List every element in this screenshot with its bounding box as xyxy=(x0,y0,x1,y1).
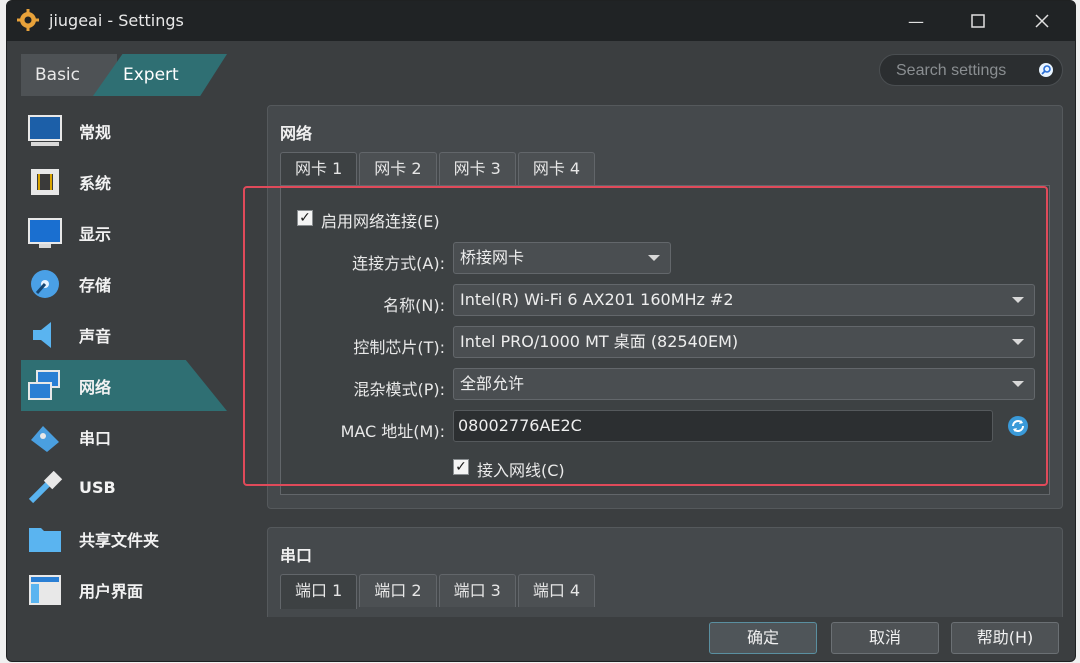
attached-to-select[interactable]: 桥接网卡 xyxy=(453,242,671,274)
cancel-button[interactable]: 取消 xyxy=(831,622,939,654)
sidebar-item-label: 网络 xyxy=(79,377,112,397)
adapter-tabs: 网卡 1 网卡 2 网卡 3 网卡 4 xyxy=(280,152,597,187)
name-select[interactable]: Intel(R) Wi-Fi 6 AX201 160MHz #2 xyxy=(453,284,1035,316)
serial-port-icon xyxy=(31,425,59,452)
tab-adapter-1[interactable]: 网卡 1 xyxy=(280,152,358,187)
name-value: Intel(R) Wi-Fi 6 AX201 160MHz #2 xyxy=(460,290,734,309)
adapter-type-label: 控制芯片(T): xyxy=(353,338,445,357)
settings-window: jiugeai - Settings — Basic Expert 常规 系统 xyxy=(6,0,1076,662)
sidebar-item-label: 存储 xyxy=(79,275,112,295)
mac-address-value: 08002776AE2C xyxy=(458,416,582,435)
cable-connected-checkbox[interactable]: ✓ xyxy=(453,459,469,475)
network-panel: 网络 网卡 1 网卡 2 网卡 3 网卡 4 ✓ 启用网络连接(E) 连接方式(… xyxy=(267,105,1063,509)
tab-adapter-4[interactable]: 网卡 4 xyxy=(517,152,596,185)
system-chip-icon xyxy=(31,168,59,195)
shared-folder-icon xyxy=(29,527,61,552)
enable-network-checkbox[interactable]: ✓ xyxy=(297,210,313,226)
chevron-down-icon xyxy=(1012,339,1024,345)
display-monitor-icon xyxy=(28,217,62,248)
tab-port-1[interactable]: 端口 1 xyxy=(280,574,358,609)
promiscuous-mode-select[interactable]: 全部允许 xyxy=(453,368,1035,400)
sidebar-item-label: 共享文件夹 xyxy=(79,530,160,550)
name-label: 名称(N): xyxy=(383,296,445,315)
serial-panel: 串口 端口 1 端口 2 端口 3 端口 4 xyxy=(267,527,1063,617)
sidebar-item-network[interactable]: 网络 xyxy=(21,360,231,411)
promiscuous-mode-value: 全部允许 xyxy=(460,374,525,393)
sidebar-item-label: 用户界面 xyxy=(79,581,144,601)
chevron-down-icon xyxy=(1012,297,1024,303)
minimize-icon: — xyxy=(908,11,924,31)
usb-icon xyxy=(28,470,63,503)
adapter-type-value: Intel PRO/1000 MT 桌面 (82540EM) xyxy=(460,332,739,351)
adapter-settings: ✓ 启用网络连接(E) 连接方式(A): 桥接网卡 名称(N): Intel(R… xyxy=(280,185,1050,495)
audio-speaker-icon xyxy=(33,321,51,348)
sidebar-item-label: USB xyxy=(79,478,116,497)
user-interface-icon xyxy=(29,574,61,605)
cable-connected-label: 接入网线(C) xyxy=(477,461,565,480)
storage-disk-icon xyxy=(31,269,59,298)
sidebar-item-system[interactable]: 系统 xyxy=(21,156,231,207)
sidebar-item-label: 串口 xyxy=(79,428,112,448)
panel-title: 网络 xyxy=(280,124,313,143)
attached-to-value: 桥接网卡 xyxy=(460,248,525,267)
sidebar-item-label: 常规 xyxy=(79,122,112,142)
chevron-down-icon xyxy=(1012,381,1024,387)
refresh-mac-icon[interactable] xyxy=(1007,415,1029,437)
sidebar-item-display[interactable]: 显示 xyxy=(21,207,231,258)
attached-to-label: 连接方式(A): xyxy=(352,254,445,273)
window-title: jiugeai - Settings xyxy=(49,11,184,30)
sidebar-item-serial[interactable]: 串口 xyxy=(21,411,231,462)
ok-button[interactable]: 确定 xyxy=(709,622,817,654)
mac-address-field[interactable]: 08002776AE2C xyxy=(453,410,993,442)
sidebar-item-label: 显示 xyxy=(79,224,112,244)
search-icon[interactable] xyxy=(1038,62,1054,78)
tab-adapter-3[interactable]: 网卡 3 xyxy=(438,152,516,185)
tab-port-3[interactable]: 端口 3 xyxy=(438,574,516,607)
tab-adapter-2[interactable]: 网卡 2 xyxy=(359,152,437,185)
network-icon xyxy=(28,369,60,400)
sidebar-item-shared-folders[interactable]: 共享文件夹 xyxy=(21,513,231,564)
search-box xyxy=(879,54,1063,86)
tab-port-2[interactable]: 端口 2 xyxy=(359,574,437,607)
sidebar-item-general[interactable]: 常规 xyxy=(21,105,231,156)
adapter-type-select[interactable]: Intel PRO/1000 MT 桌面 (82540EM) xyxy=(453,326,1035,358)
sidebar-item-audio[interactable]: 声音 xyxy=(21,309,231,360)
close-icon xyxy=(1035,14,1049,28)
mac-address-label: MAC 地址(M): xyxy=(340,422,445,441)
sidebar: 常规 系统 显示 存储 声音 网络 串口 USB 共享文件夹 用户界面 xyxy=(21,105,231,615)
help-button[interactable]: 帮助(H) xyxy=(951,622,1059,654)
promiscuous-mode-label: 混杂模式(P): xyxy=(353,380,445,399)
search-input[interactable] xyxy=(894,59,1038,83)
sidebar-item-storage[interactable]: 存储 xyxy=(21,258,231,309)
port-tabs: 端口 1 端口 2 端口 3 端口 4 xyxy=(280,574,597,609)
general-monitor-icon xyxy=(28,114,62,146)
chevron-down-icon xyxy=(648,255,660,261)
panel-title: 串口 xyxy=(280,546,313,565)
tab-port-4[interactable]: 端口 4 xyxy=(517,574,596,607)
minimize-button[interactable]: — xyxy=(887,1,945,41)
app-gear-icon xyxy=(17,9,39,31)
sidebar-item-label: 系统 xyxy=(79,173,112,193)
mode-switch: Basic Expert xyxy=(21,54,227,96)
close-button[interactable] xyxy=(1013,1,1071,41)
sidebar-item-label: 声音 xyxy=(79,326,112,346)
sidebar-item-user-interface[interactable]: 用户界面 xyxy=(21,564,231,615)
enable-network-label: 启用网络连接(E) xyxy=(321,212,440,231)
title-bar: jiugeai - Settings — xyxy=(7,1,1075,41)
maximize-icon xyxy=(971,14,985,28)
maximize-button[interactable] xyxy=(949,1,1007,41)
sidebar-item-usb[interactable]: USB xyxy=(21,462,231,513)
